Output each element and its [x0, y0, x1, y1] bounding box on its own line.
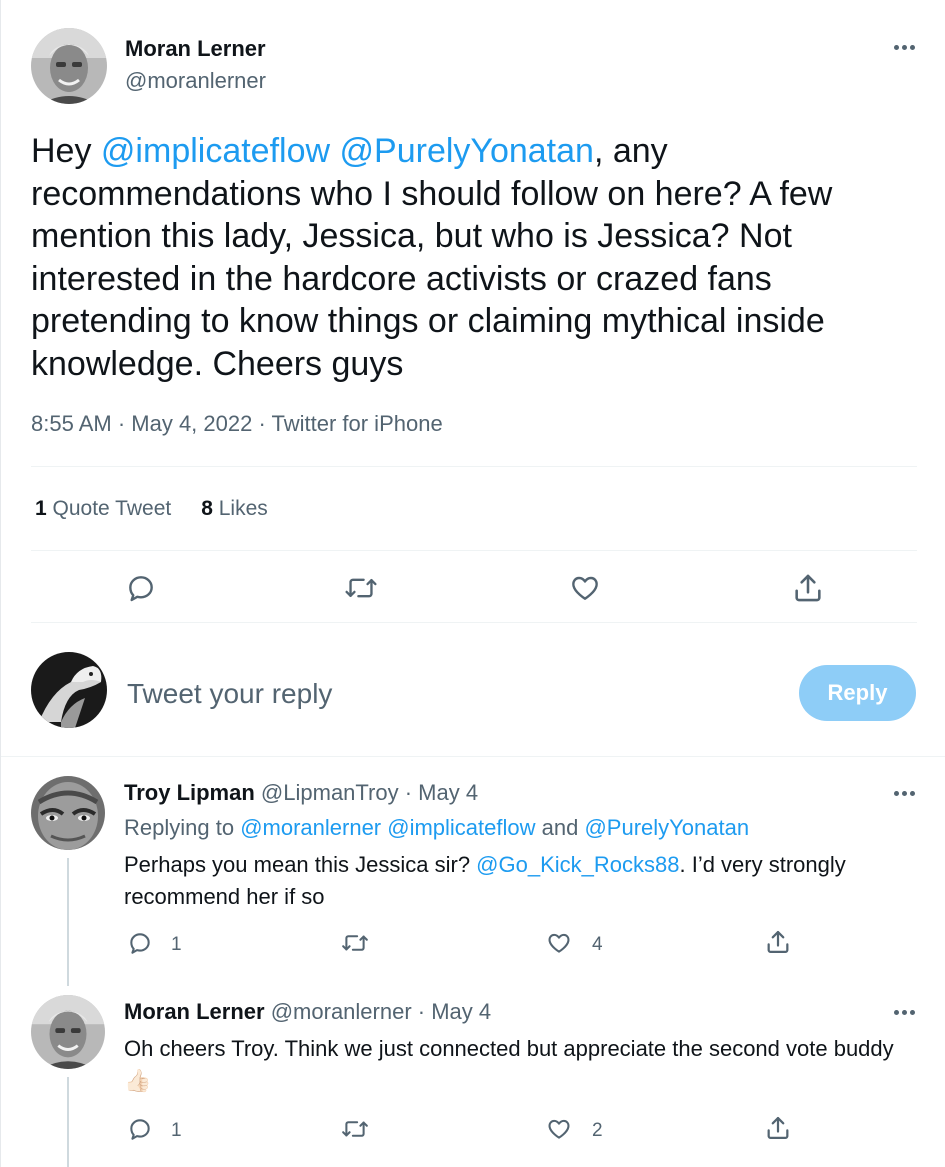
reply-text: Perhaps you mean this Jessica sir? @Go_K… [124, 849, 914, 913]
current-user-avatar[interactable] [31, 652, 107, 728]
reply-text-part: Oh cheers Troy. Think we just connected … [124, 1036, 894, 1061]
author-avatar[interactable] [31, 28, 107, 104]
quote-tweet-stat[interactable]: 1 Quote Tweet [35, 497, 171, 521]
reply-icon[interactable] [127, 1116, 153, 1142]
heart-icon[interactable] [546, 1116, 572, 1142]
tweet-meta[interactable]: 8:55 AM · May 4, 2022 · Twitter for iPho… [31, 411, 443, 437]
reply-text-part: Perhaps you mean this Jessica sir? [124, 852, 477, 877]
reply-handle-date[interactable]: @LipmanTroy · May 4 [261, 780, 478, 805]
replying-to: Replying to @moranlerner @implicateflow … [124, 815, 749, 841]
reply-button[interactable]: Reply [799, 665, 916, 721]
avatar-photo [31, 995, 105, 1069]
author-handle[interactable]: @moranlerner [125, 68, 266, 94]
thread-line [67, 858, 69, 986]
tweet-text-part [330, 132, 339, 170]
thread-line [67, 1077, 69, 1167]
quote-count: 1 [35, 497, 47, 520]
reply-avatar[interactable] [31, 995, 105, 1069]
tweet-thread: Moran Lerner @moranlerner Hey @implicate… [0, 0, 945, 1167]
divider [1, 756, 945, 757]
reply-header: Troy Lipman @LipmanTroy · May 4 [124, 780, 478, 806]
mention-link[interactable]: @implicateflow [101, 132, 330, 170]
replying-prefix: Replying to [124, 815, 241, 840]
reply-author-name[interactable]: Moran Lerner [124, 999, 265, 1024]
reply-count: 1 [171, 1120, 182, 1141]
replying-to-link[interactable]: @moranlerner @implicateflow [240, 815, 535, 840]
quote-label: Quote Tweet [46, 497, 172, 520]
more-icon[interactable] [894, 45, 915, 50]
divider [31, 550, 917, 551]
share-icon[interactable] [791, 571, 825, 605]
avatar-photo [31, 28, 107, 104]
reply-input[interactable]: Tweet your reply [127, 676, 767, 712]
retweet-icon[interactable] [341, 930, 369, 956]
likes-count: 8 [201, 497, 213, 520]
reply-text: Oh cheers Troy. Think we just connected … [124, 1033, 914, 1097]
mention-link[interactable]: @Go_Kick_Rocks88 [476, 852, 679, 877]
divider [31, 622, 917, 623]
reply-handle-date[interactable]: @moranlerner · May 4 [271, 999, 491, 1024]
replying-and: and [535, 815, 585, 840]
more-icon[interactable] [894, 1010, 915, 1015]
reply-icon[interactable] [127, 930, 153, 956]
reply-icon[interactable] [125, 572, 157, 604]
tweet-stats: 1 Quote Tweet 8 Likes [35, 497, 268, 521]
share-icon[interactable] [764, 1114, 792, 1142]
like-count: 4 [592, 934, 603, 955]
likes-stat[interactable]: 8 Likes [201, 497, 268, 521]
reply-avatar[interactable] [31, 776, 105, 850]
tweet-text: Hey @implicateflow @PurelyYonatan, any r… [31, 130, 921, 385]
avatar-photo [31, 652, 107, 728]
like-count: 2 [592, 1120, 603, 1141]
thumbs-up-emoji: 👍🏻 [124, 1068, 152, 1093]
reply-count: 1 [171, 934, 182, 955]
divider [31, 466, 917, 467]
heart-icon[interactable] [546, 930, 572, 956]
avatar-photo [31, 776, 105, 850]
reply-author-name[interactable]: Troy Lipman [124, 780, 255, 805]
tweet-text-part: Hey [31, 132, 101, 170]
share-icon[interactable] [764, 928, 792, 956]
retweet-icon[interactable] [341, 1116, 369, 1142]
replying-to-link[interactable]: @PurelyYonatan [584, 815, 749, 840]
heart-icon[interactable] [569, 572, 601, 604]
likes-label: Likes [212, 497, 268, 520]
more-icon[interactable] [894, 791, 915, 796]
reply-header: Moran Lerner @moranlerner · May 4 [124, 999, 491, 1025]
retweet-icon[interactable] [344, 572, 378, 604]
mention-link[interactable]: @PurelyYonatan [340, 132, 594, 170]
author-name[interactable]: Moran Lerner [125, 36, 266, 62]
